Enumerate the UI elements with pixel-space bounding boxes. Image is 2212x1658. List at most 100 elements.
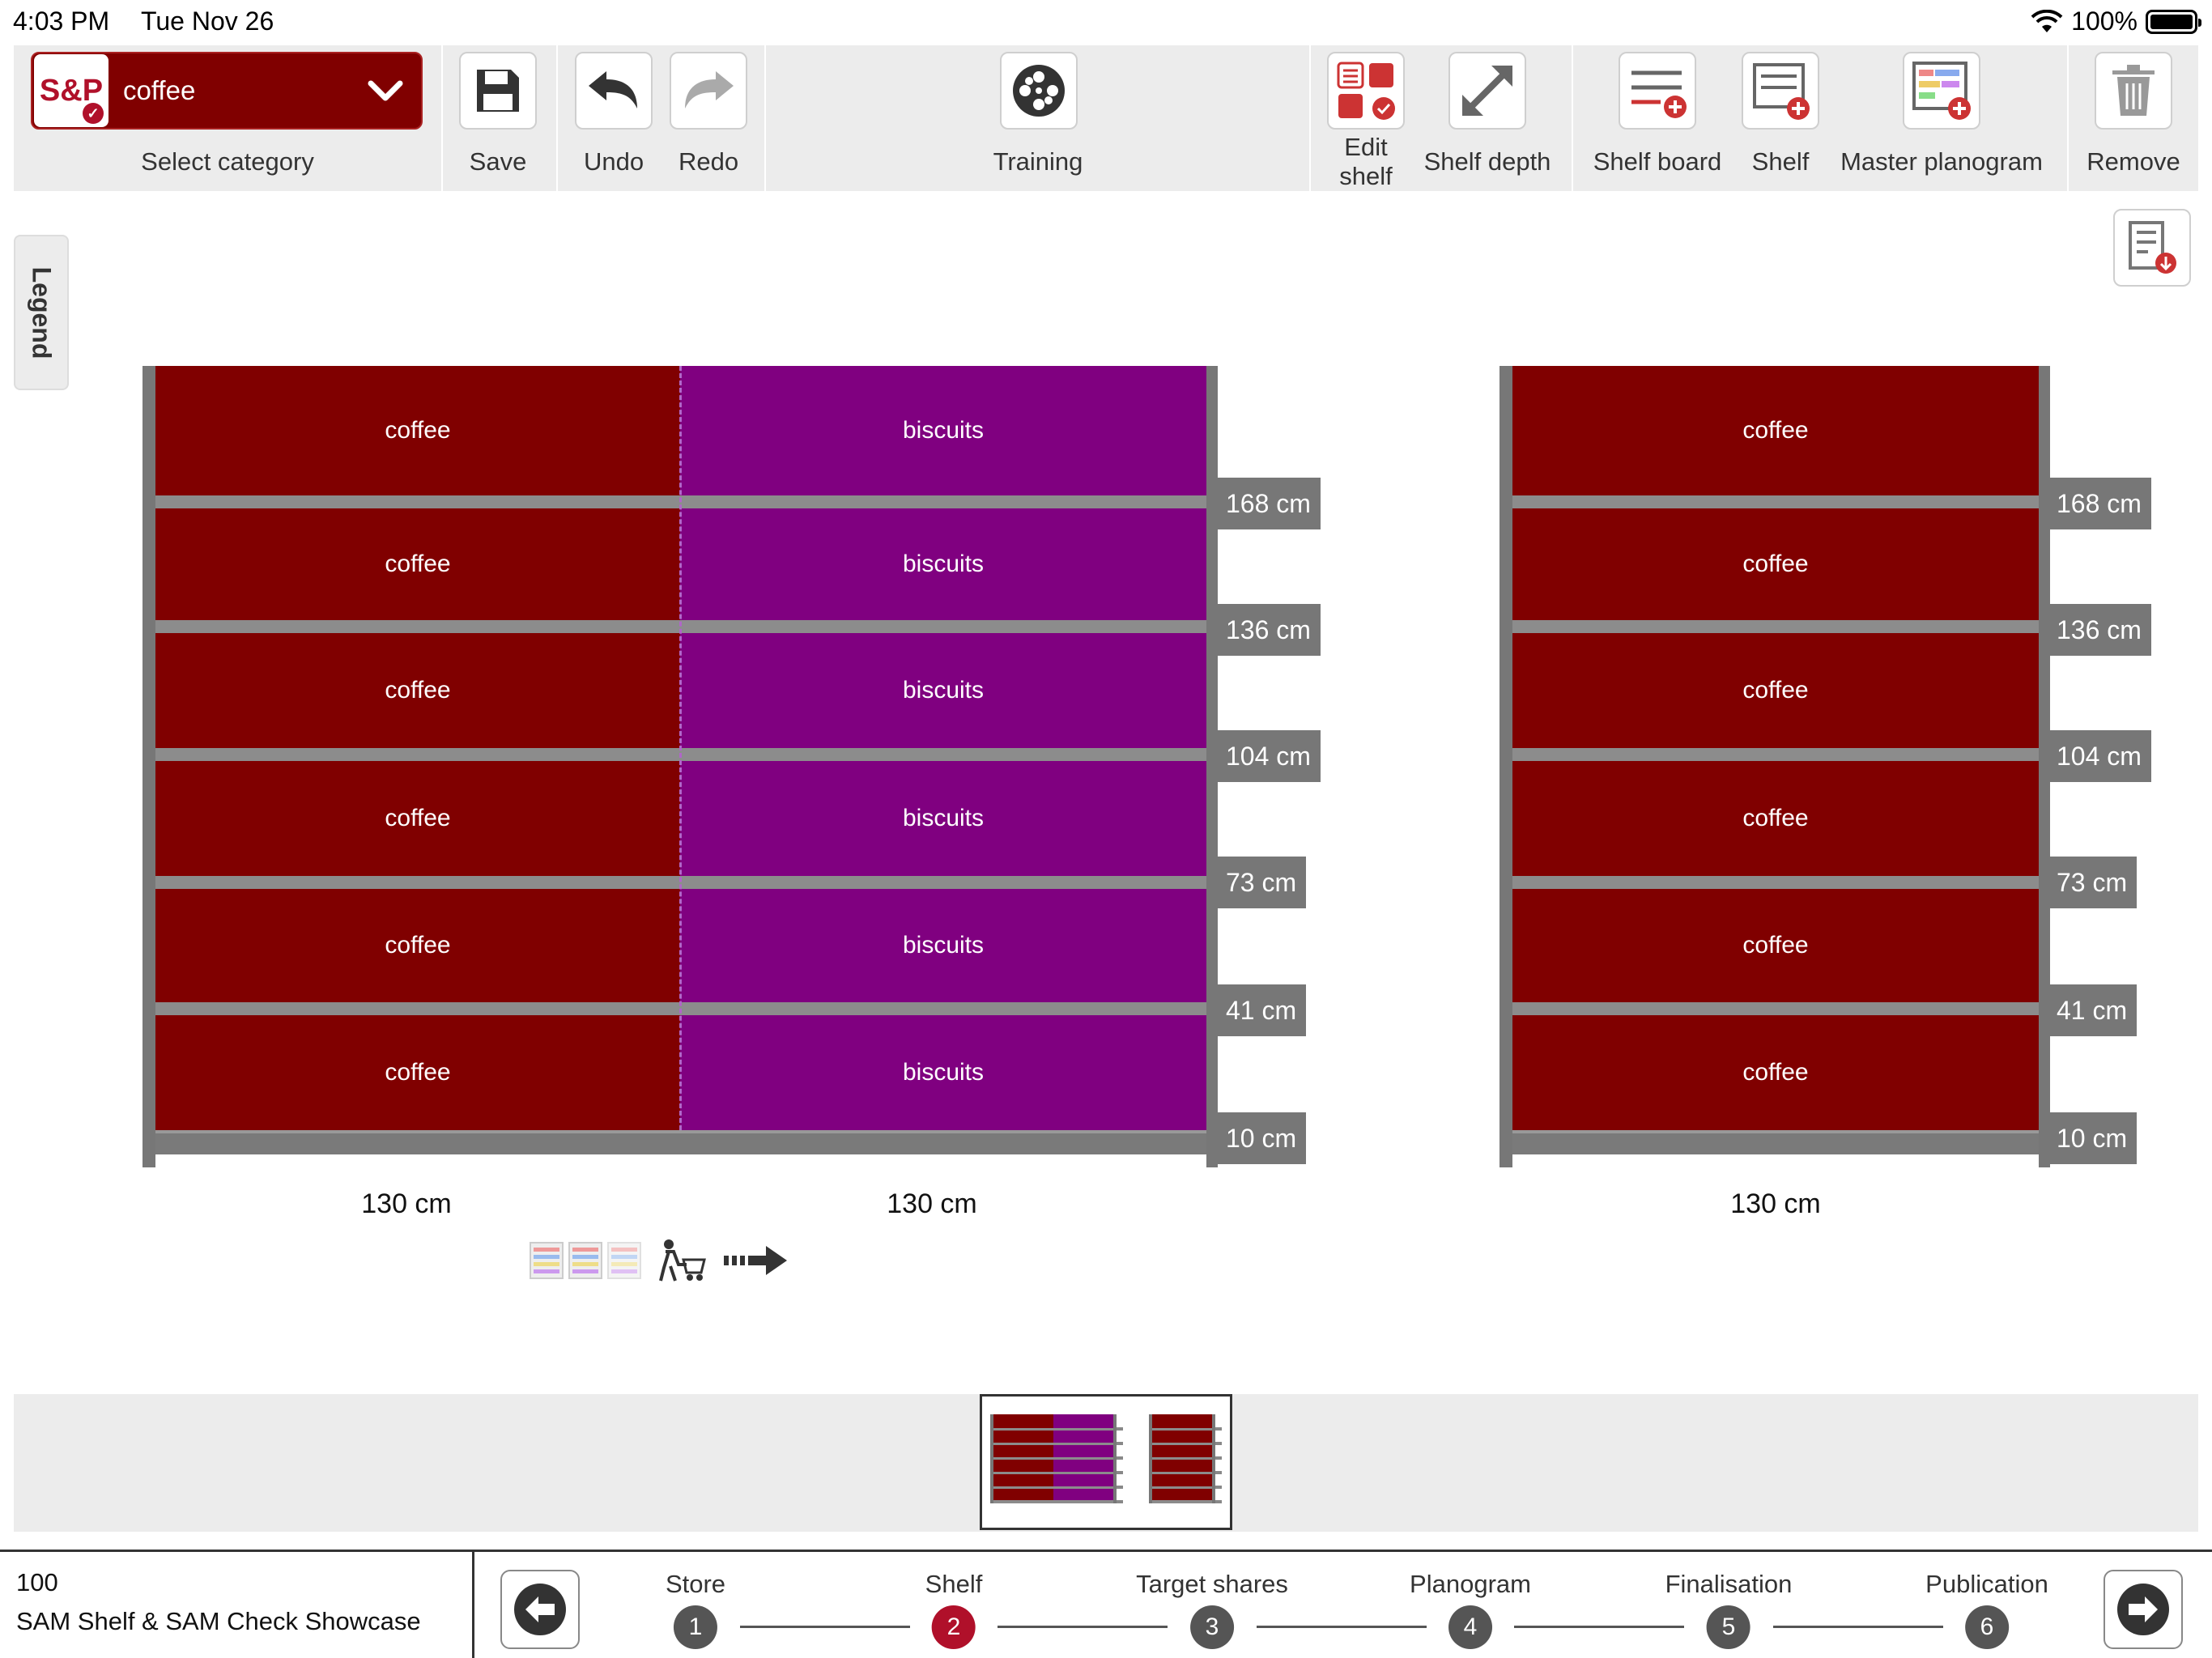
planogram-view-icon[interactable] <box>530 1242 564 1279</box>
bay-divider[interactable] <box>679 366 682 1130</box>
shelf-cell-coffee[interactable]: coffee <box>155 761 680 876</box>
shelf-cell-coffee[interactable]: coffee <box>155 889 680 1002</box>
shelf-cell-coffee[interactable]: coffee <box>1512 633 2039 748</box>
undo-label: Undo <box>583 147 644 176</box>
planogram-view-icon[interactable] <box>607 1242 641 1279</box>
arrow-right-icon[interactable] <box>724 1244 789 1277</box>
shelf-cell-coffee[interactable]: coffee <box>1512 1015 2039 1130</box>
redo-button[interactable] <box>670 52 747 130</box>
store-name: SAM Shelf & SAM Check Showcase <box>16 1607 421 1635</box>
shelf-cell-biscuits[interactable]: biscuits <box>680 761 1206 876</box>
shelf-cell-biscuits[interactable]: biscuits <box>680 889 1206 1002</box>
shelf-cell-coffee[interactable]: coffee <box>155 633 680 748</box>
shelf-cell-coffee[interactable]: coffee <box>1512 889 2039 1002</box>
planogram-thumbnail-preview <box>990 1414 1222 1503</box>
shelf-base <box>1512 1130 2039 1154</box>
step-finalisation[interactable]: Finalisation 5 <box>1665 1570 1792 1649</box>
shopper-cart-icon[interactable] <box>657 1239 708 1282</box>
shelf-height-label: 73 cm <box>2047 857 2138 908</box>
status-time: 4:03 PM <box>13 6 110 36</box>
shelf-height-label: 10 cm <box>2047 1112 2138 1164</box>
store-info[interactable]: 100 SAM Shelf & SAM Check Showcase <box>0 1552 474 1658</box>
bay-tools <box>530 1239 789 1282</box>
shelf-cell-coffee[interactable]: coffee <box>1512 508 2039 620</box>
step-label: Shelf <box>925 1570 983 1598</box>
resize-diagonal-icon <box>1462 66 1512 116</box>
sp-logo-icon: S&P ✓ <box>34 54 108 127</box>
planogram-thumbnail[interactable] <box>980 1394 1232 1530</box>
category-select[interactable]: S&P ✓ coffee <box>31 52 423 130</box>
bay-width-label: 130 cm <box>361 1188 452 1219</box>
shelf-cell-biscuits[interactable]: biscuits <box>680 508 1206 620</box>
shelf-depth-button[interactable] <box>1448 52 1526 130</box>
step-number: 2 <box>931 1605 976 1649</box>
previous-step-button[interactable] <box>500 1570 580 1649</box>
shelf-board-label: Shelf board <box>1593 147 1722 176</box>
edit-shelf-icon <box>1337 62 1395 120</box>
shelf-depth-label: Shelf depth <box>1423 147 1551 176</box>
floppy-icon <box>477 70 519 112</box>
shelf-height-label: 73 cm <box>1216 857 1307 908</box>
step-publication[interactable]: Publication 6 <box>1925 1570 2048 1649</box>
shelf-cell-coffee[interactable]: coffee <box>155 508 680 620</box>
edit-shelf-label-line2: shelf <box>1339 162 1393 190</box>
shelf-board[interactable] <box>1512 748 2039 761</box>
shelf-cell-biscuits[interactable]: biscuits <box>680 633 1206 748</box>
shelf-post-left <box>143 366 155 1167</box>
undo-button[interactable] <box>575 52 653 130</box>
shelf-cell-coffee[interactable]: coffee <box>1512 366 2039 495</box>
wifi-icon <box>2031 9 2063 32</box>
master-planogram-label: Master planogram <box>1840 147 2043 176</box>
toolbar: S&P ✓ coffee Select category Save Undo R… <box>14 45 2198 191</box>
remove-button[interactable] <box>2095 52 2172 130</box>
shelf-board-button[interactable] <box>1619 52 1696 130</box>
shelf-board[interactable] <box>1512 1002 2039 1015</box>
arrow-right-icon <box>2129 1596 2158 1622</box>
shelf-post-left <box>1499 366 1512 1167</box>
shelf-board[interactable] <box>1512 495 2039 508</box>
bay-width-label: 130 cm <box>887 1188 977 1219</box>
edit-shelf-button[interactable] <box>1327 52 1405 130</box>
shelf-button[interactable] <box>1742 52 1819 130</box>
legend-label: Legend <box>27 266 57 359</box>
export-list-button[interactable] <box>2113 209 2191 287</box>
step-number: 5 <box>1707 1605 1750 1649</box>
save-button[interactable] <box>459 52 537 130</box>
master-planogram-button[interactable] <box>1903 52 1980 130</box>
step-target-shares[interactable]: Target shares 3 <box>1136 1570 1288 1649</box>
step-number: 6 <box>1965 1605 2009 1649</box>
shelf-height-label: 104 cm <box>1216 730 1321 782</box>
step-planogram[interactable]: Planogram 4 <box>1410 1570 1531 1649</box>
planogram-view-icon[interactable] <box>568 1242 602 1279</box>
shelf-board-add-icon <box>1631 70 1687 118</box>
legend-tab[interactable]: Legend <box>14 235 69 390</box>
status-right: 100% <box>2031 6 2201 36</box>
shelf-label: Shelf <box>1751 147 1810 176</box>
planogram-add-icon <box>1912 62 1971 120</box>
step-store[interactable]: Store 1 <box>666 1570 725 1649</box>
step-number: 1 <box>673 1605 717 1649</box>
next-step-button[interactable] <box>2104 1570 2183 1649</box>
shelf-cell-coffee[interactable]: coffee <box>1512 761 2039 876</box>
edit-shelf-label: Edit shelf <box>1339 133 1392 191</box>
shelf-height-label: 168 cm <box>2047 478 2151 529</box>
undo-icon <box>589 71 637 108</box>
shelf-board[interactable] <box>1512 620 2039 633</box>
battery-percent: 100% <box>2071 6 2138 36</box>
shelf-cell-coffee[interactable]: coffee <box>155 366 680 495</box>
step-number: 3 <box>1189 1605 1234 1649</box>
shelf-cell-biscuits[interactable]: biscuits <box>680 366 1206 495</box>
shelf-cell-coffee[interactable]: coffee <box>155 1015 680 1130</box>
remove-label: Remove <box>2087 147 2180 176</box>
shelf-cell-biscuits[interactable]: biscuits <box>680 1015 1206 1130</box>
shelf-add-icon <box>1753 63 1810 120</box>
status-date: Tue Nov 26 <box>141 6 274 36</box>
shelf-base <box>155 1130 1206 1154</box>
bay-width-label: 130 cm <box>1730 1188 1821 1219</box>
category-value: coffee <box>123 75 196 105</box>
step-label: Target shares <box>1136 1570 1288 1598</box>
shelf-height-label: 136 cm <box>2047 604 2151 656</box>
training-button[interactable] <box>1000 52 1078 130</box>
step-shelf[interactable]: Shelf 2 <box>925 1570 983 1649</box>
shelf-board[interactable] <box>1512 876 2039 889</box>
